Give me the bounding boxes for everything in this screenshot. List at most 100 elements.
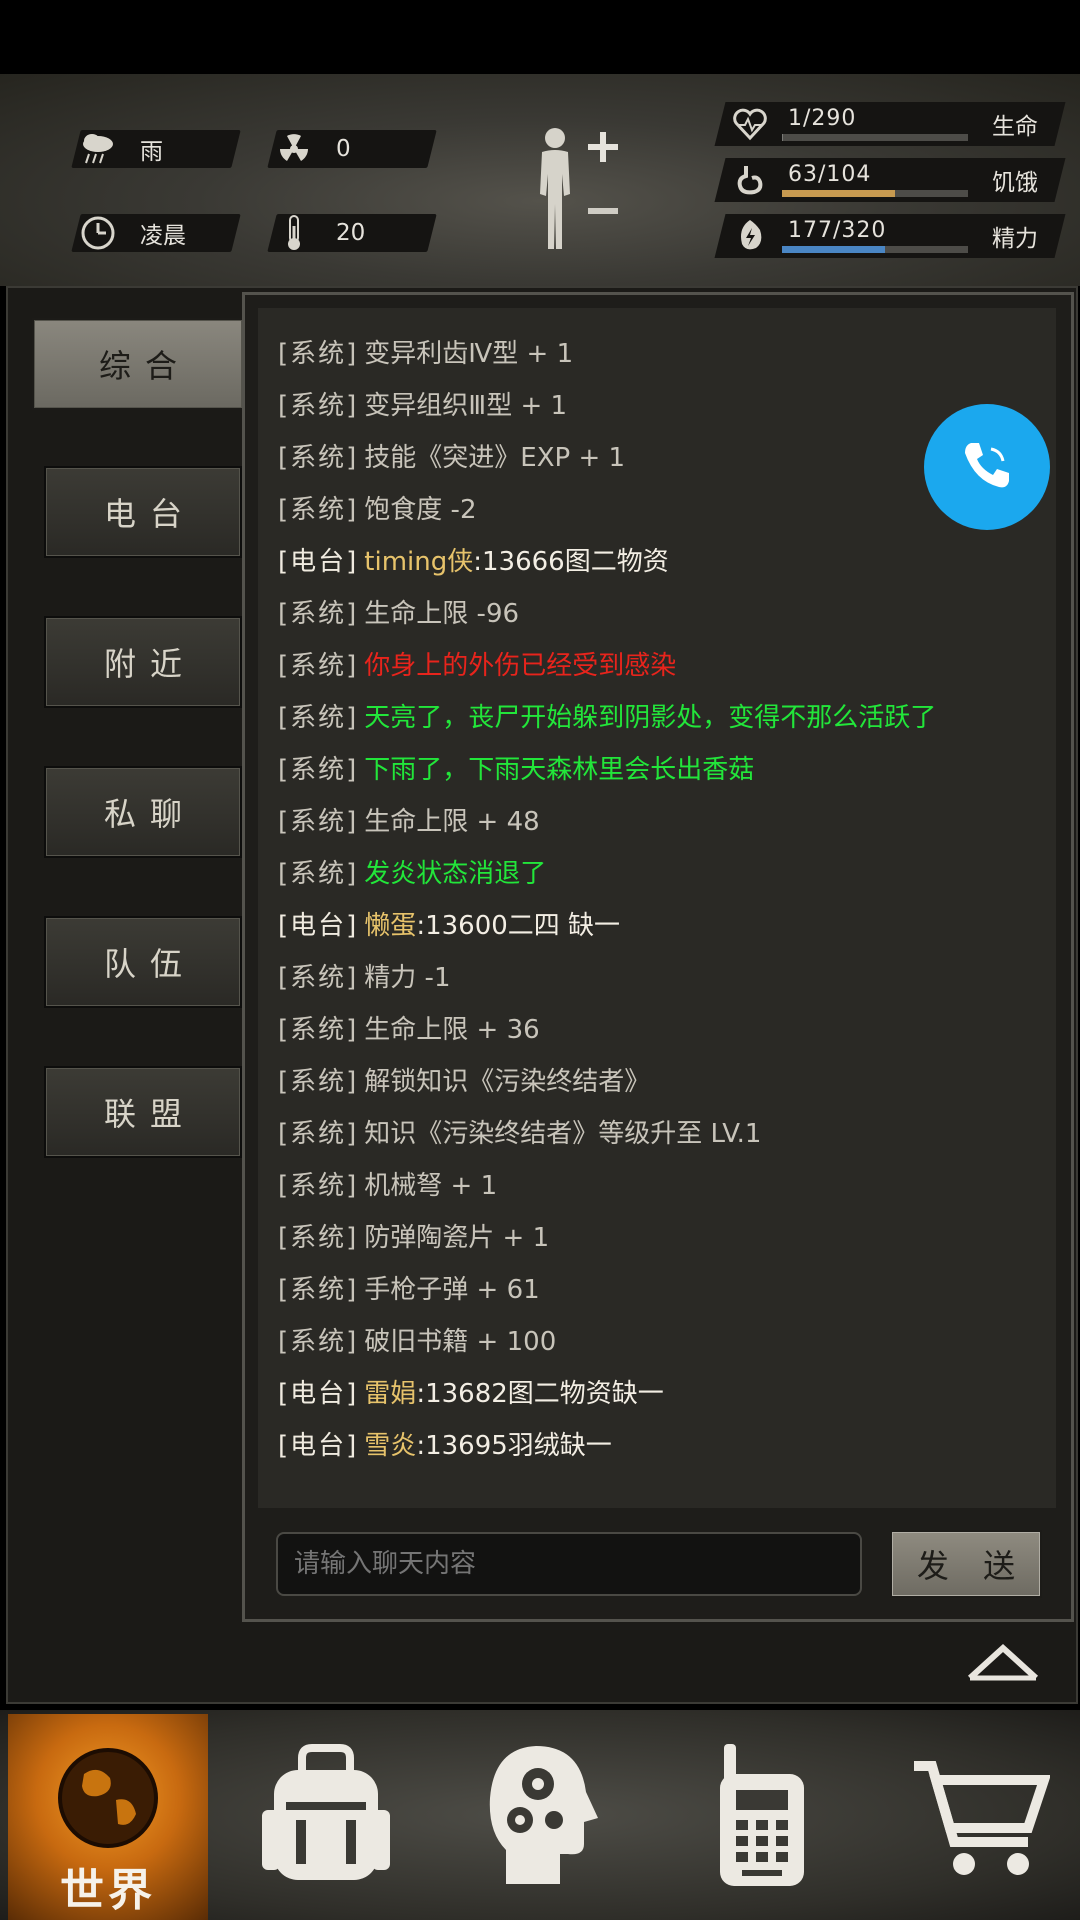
- chat-message-text: 变异组织Ⅲ型 + 1: [364, 391, 568, 421]
- globe-icon: [54, 1744, 162, 1856]
- chat-channel-tag: [系统]: [278, 1171, 359, 1201]
- chat-channel-tag: [系统]: [278, 703, 359, 733]
- chat-message: [系统] 机械弩 + 1: [278, 1166, 497, 1206]
- chat-channel-tag: [系统]: [278, 1015, 359, 1045]
- health-bar: [782, 134, 968, 141]
- call-button[interactable]: [924, 404, 1050, 530]
- chat-message-text: :13666图二物资: [473, 547, 669, 577]
- chat-channel-tag: [系统]: [278, 339, 359, 369]
- energy-bar: [782, 246, 968, 253]
- energy-label: 精力: [992, 226, 1038, 252]
- weather-indicator: 雨: [71, 130, 241, 168]
- weather-text: 雨: [140, 139, 163, 165]
- chat-message: [电台] 雷娟:13682图二物资缺一: [278, 1374, 664, 1414]
- chat-message: [系统] 饱食度 -2: [278, 490, 477, 530]
- chat-channel-tag: [系统]: [278, 963, 359, 993]
- backpack-icon[interactable]: [256, 1740, 396, 1890]
- chat-message-text: 生命上限 + 48: [364, 807, 540, 837]
- radio-icon[interactable]: [692, 1740, 832, 1890]
- thermometer-icon: [272, 214, 316, 252]
- chat-message: [电台] 懒蛋:13600二四 缺一: [278, 906, 620, 946]
- chat-message: [系统] 生命上限 + 48: [278, 802, 540, 842]
- collapse-chevron-icon[interactable]: [966, 1640, 1040, 1682]
- chat-message-text: 精力 -1: [364, 963, 451, 993]
- shop-cart-icon[interactable]: [910, 1740, 1051, 1890]
- chat-message: [系统] 解锁知识《污染终结者》: [278, 1062, 650, 1102]
- tab-team[interactable]: 队伍: [44, 916, 242, 1008]
- tab-general[interactable]: 综合: [32, 318, 244, 410]
- chat-message: [电台] 雪炎:13695羽绒缺一: [278, 1426, 612, 1466]
- minus-icon: [588, 208, 618, 214]
- chat-channel-tag: [电台]: [278, 911, 359, 941]
- chat-message: [系统] 知识《污染终结者》等级升至 LV.1: [278, 1114, 761, 1154]
- rain-cloud-icon: [76, 133, 120, 165]
- radiation-value: 0: [336, 136, 351, 162]
- chat-message-text: 机械弩 + 1: [364, 1171, 498, 1201]
- tab-alliance[interactable]: 联盟: [44, 1066, 242, 1158]
- energy-value: 177/320: [788, 218, 887, 243]
- chat-channel-tag: [系统]: [278, 859, 359, 889]
- tab-private[interactable]: 私聊: [44, 766, 242, 858]
- chat-message: [系统] 生命上限 -96: [278, 594, 519, 634]
- chat-channel-tag: [电台]: [278, 1431, 359, 1461]
- chat-message-text: 你身上的外伤已经受到感染: [364, 651, 677, 681]
- temperature-indicator: 20: [267, 214, 437, 252]
- chat-channel-tag: [系统]: [278, 1223, 359, 1253]
- chat-channel-tag: [系统]: [278, 599, 359, 629]
- chat-sender-name[interactable]: 雪炎: [364, 1431, 416, 1461]
- chat-input[interactable]: [276, 1532, 862, 1596]
- chat-message: [系统] 破旧书籍 + 100: [278, 1322, 556, 1362]
- chat-channel-tag: [系统]: [278, 651, 359, 681]
- chat-message: [系统] 精力 -1: [278, 958, 451, 998]
- send-button[interactable]: 发 送: [890, 1530, 1042, 1598]
- chat-channel-tag: [系统]: [278, 1275, 359, 1305]
- status-header: 雨 0 凌晨 20 1/290 生命 63/104 饥饿 177/320 精力: [0, 74, 1080, 286]
- chat-message-text: 知识《污染终结者》等级升至 LV.1: [364, 1119, 762, 1149]
- chat-message-text: 破旧书籍 + 100: [364, 1327, 557, 1357]
- chat-message-text: 下雨了，下雨天森林里会长出香菇: [364, 755, 755, 785]
- chat-message: [系统] 你身上的外伤已经受到感染: [278, 646, 676, 686]
- skills-head-icon[interactable]: [476, 1740, 616, 1890]
- tab-radio[interactable]: 电台: [44, 466, 242, 558]
- chat-channel-tag: [系统]: [278, 443, 359, 473]
- chat-message-text: 生命上限 + 36: [364, 1015, 540, 1045]
- chat-message: [系统] 下雨了，下雨天森林里会长出香菇: [278, 750, 754, 790]
- hunger-bar: [782, 190, 968, 197]
- chat-sender-name[interactable]: 雷娟: [364, 1379, 416, 1409]
- nav-world-label: 世界: [60, 1865, 156, 1916]
- chat-message-text: 技能《突进》EXP + 1: [364, 443, 626, 473]
- chat-message: [系统] 变异组织Ⅲ型 + 1: [278, 386, 567, 426]
- heart-icon: [732, 106, 768, 142]
- chat-message: [系统] 生命上限 + 36: [278, 1010, 540, 1050]
- chat-message: [系统] 发炎状态消退了: [278, 854, 546, 894]
- chat-channel-tag: [系统]: [278, 391, 359, 421]
- chat-channel-tag: [系统]: [278, 1067, 359, 1097]
- bottom-nav: 世界: [0, 1710, 1080, 1920]
- chat-channel-tag: [电台]: [278, 547, 359, 577]
- time-text: 凌晨: [140, 223, 186, 249]
- temperature-value: 20: [336, 220, 366, 246]
- chat-message-text: :13695羽绒缺一: [416, 1431, 612, 1461]
- chat-message: [系统] 变异利齿Ⅳ型 + 1: [278, 334, 573, 374]
- chat-message-text: 手枪子弹 + 61: [364, 1275, 540, 1305]
- tab-nearby[interactable]: 附近: [44, 616, 242, 708]
- chat-message: [系统] 技能《突进》EXP + 1: [278, 438, 625, 478]
- body-status-figure[interactable]: [520, 124, 630, 254]
- nav-world-button[interactable]: 世界: [8, 1714, 208, 1920]
- chat-sender-name[interactable]: timing侠: [364, 547, 473, 577]
- chat-message-text: 解锁知识《污染终结者》: [364, 1067, 651, 1097]
- health-value: 1/290: [788, 106, 857, 131]
- chat-channel-tag: [电台]: [278, 1379, 359, 1409]
- time-indicator: 凌晨: [71, 214, 241, 252]
- chat-channel-tag: [系统]: [278, 1327, 359, 1357]
- chat-channel-tag: [系统]: [278, 1119, 359, 1149]
- chat-message-text: 生命上限 -96: [364, 599, 520, 629]
- chat-message-text: :13600二四 缺一: [416, 911, 621, 941]
- chat-channel-tag: [系统]: [278, 495, 359, 525]
- clock-icon: [76, 215, 120, 251]
- chat-sender-name[interactable]: 懒蛋: [364, 911, 416, 941]
- hunger-stat: 63/104 饥饿: [714, 158, 1066, 202]
- radiation-icon: [272, 132, 316, 166]
- chat-channel-tag: [系统]: [278, 755, 359, 785]
- hunger-label: 饥饿: [992, 170, 1038, 196]
